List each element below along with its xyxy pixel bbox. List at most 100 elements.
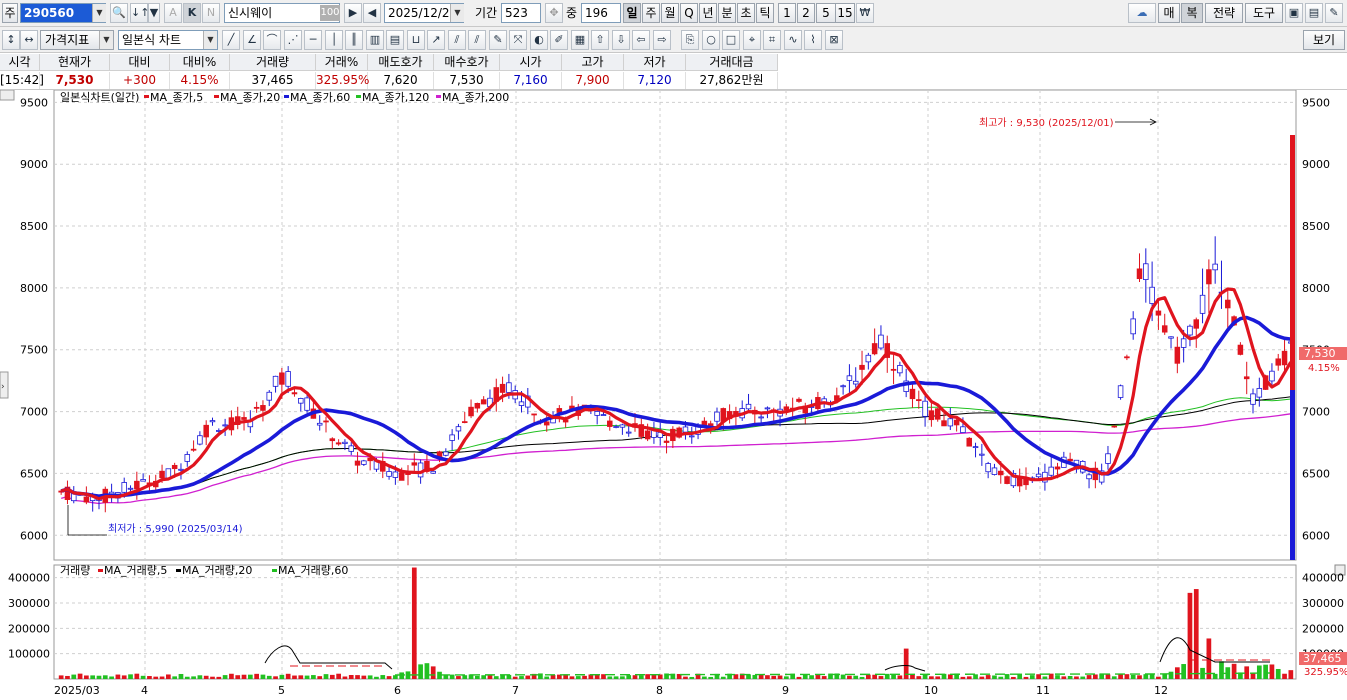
volume-bar xyxy=(317,676,323,679)
search-icon[interactable]: 🔍 xyxy=(110,3,128,23)
trend-icon[interactable]: ↗ xyxy=(427,30,445,50)
down-icon[interactable]: ⇩ xyxy=(612,30,630,50)
palette-icon[interactable]: ◐ xyxy=(530,30,548,50)
delete-icon[interactable]: ⊠ xyxy=(825,30,843,50)
line-icon[interactable]: ╱ xyxy=(222,30,240,50)
wave2-icon[interactable]: ⌇ xyxy=(804,30,822,50)
price-tick-right: 6500 xyxy=(1302,467,1330,480)
k-icon[interactable]: K xyxy=(183,3,201,23)
candle-body xyxy=(518,401,525,406)
grid-icon[interactable]: ▥ xyxy=(366,30,384,50)
left-right-icon[interactable]: ↔ xyxy=(20,30,38,50)
chevron-down-icon[interactable]: ▼ xyxy=(148,3,160,23)
parallel-icon[interactable]: ⫽ xyxy=(448,30,466,50)
left-icon[interactable]: ⇦ xyxy=(632,30,650,50)
pen-icon[interactable]: ✎ xyxy=(489,30,507,50)
fill-icon[interactable]: ▦ xyxy=(571,30,589,50)
parallel2-icon[interactable]: ⫽ xyxy=(468,30,486,50)
sort-icon[interactable]: ↓↑ xyxy=(130,3,149,23)
crosshair-icon[interactable]: ✥ xyxy=(545,3,563,23)
legend-swatch xyxy=(436,95,441,98)
bok-button[interactable]: 복 xyxy=(1181,3,1203,23)
n-icon[interactable]: N xyxy=(202,3,220,23)
volume-bar xyxy=(178,673,184,679)
volume-bar xyxy=(1244,666,1250,679)
candle-body xyxy=(619,424,626,428)
circle-icon[interactable]: ○ xyxy=(702,30,720,50)
channel-icon[interactable]: ║ xyxy=(345,30,363,50)
timeframe-10-button[interactable]: 5 xyxy=(816,3,836,23)
zoom-icon[interactable]: ⌖ xyxy=(743,30,761,50)
candle-body xyxy=(178,468,184,471)
won-icon[interactable]: ₩ xyxy=(856,3,874,23)
volume-bar xyxy=(1263,664,1268,679)
timeframe-3-button[interactable]: Q xyxy=(680,3,698,23)
angle-icon[interactable]: ∠ xyxy=(243,30,261,50)
copy-icon[interactable]: ⎘ xyxy=(681,30,699,50)
eraser-icon[interactable]: ✐ xyxy=(550,30,568,50)
calendar-dropdown-icon[interactable]: ▼ xyxy=(450,4,464,22)
square-icon[interactable]: □ xyxy=(722,30,740,50)
up-icon[interactable]: ⇧ xyxy=(591,30,609,50)
volume-bar xyxy=(184,676,190,679)
hline-icon[interactable]: ─ xyxy=(304,30,322,50)
cross-icon[interactable]: ⤧ xyxy=(509,30,527,50)
timeframe-6-button[interactable]: 초 xyxy=(737,3,755,23)
volume-bar xyxy=(1143,674,1149,679)
volume-bar xyxy=(1275,668,1281,679)
timeframe-11-button[interactable]: 15 xyxy=(835,3,855,23)
candle-body xyxy=(342,441,348,444)
volume-bar xyxy=(935,676,941,679)
play-forward-icon[interactable]: ▶ xyxy=(344,3,362,23)
timeframe-0-button[interactable]: 일 xyxy=(623,3,641,23)
candle-body xyxy=(1054,466,1061,470)
volume-bar xyxy=(569,676,575,679)
arc-icon[interactable]: ⌒ xyxy=(263,30,281,50)
strategy-button[interactable]: 전략 xyxy=(1205,3,1243,23)
volume-bar xyxy=(1036,674,1041,679)
snap-icon[interactable]: ⌗ xyxy=(763,30,781,50)
period-input[interactable]: 523 xyxy=(501,3,541,23)
chevron-down-icon[interactable]: ▼ xyxy=(99,31,113,49)
candle-body xyxy=(1281,350,1288,366)
candle-body xyxy=(852,380,859,385)
fan-icon[interactable]: ⋰ xyxy=(284,30,302,50)
volume-bar xyxy=(1200,667,1205,679)
timeframe-7-button[interactable]: 틱 xyxy=(756,3,774,23)
price-chart[interactable]: 9500 9000 8500 8000 7500 7000 6500 6000 9500 900… xyxy=(0,90,1347,700)
volume-bar xyxy=(916,676,922,679)
vline-icon[interactable]: │ xyxy=(325,30,343,50)
chevron-down-icon[interactable]: ▼ xyxy=(92,4,106,22)
play-back-icon[interactable]: ◀ xyxy=(363,3,381,23)
volume-bar xyxy=(1156,676,1161,679)
chevron-right-icon[interactable]: › xyxy=(1,382,5,392)
tools-button[interactable]: 도구 xyxy=(1245,3,1283,23)
cup-icon[interactable]: ⊔ xyxy=(407,30,425,50)
count-input[interactable]: 196 xyxy=(581,3,621,23)
folder-icon[interactable]: ▣ xyxy=(1285,3,1303,23)
timeframe-2-button[interactable]: 월 xyxy=(661,3,679,23)
chevron-down-icon[interactable]: ▼ xyxy=(203,31,217,49)
mae-button[interactable]: 매 xyxy=(1158,3,1180,23)
timeframe-9-button[interactable]: 2 xyxy=(797,3,815,23)
timeframe-5-button[interactable]: 분 xyxy=(718,3,736,23)
left-right-scroll-icon[interactable] xyxy=(0,90,15,101)
table-icon[interactable]: ▤ xyxy=(386,30,404,50)
quote-value-3: 4.15% xyxy=(170,72,230,89)
timeframe-1-button[interactable]: 주 xyxy=(642,3,660,23)
wave-icon[interactable]: ∿ xyxy=(784,30,802,50)
timeframe-4-button[interactable]: 년 xyxy=(699,3,717,23)
candle-body xyxy=(361,460,367,465)
view-button[interactable]: 보기 xyxy=(1303,30,1345,50)
up-down-icon[interactable]: ↕ xyxy=(2,30,20,50)
save-icon[interactable]: ▤ xyxy=(1305,3,1323,23)
timeframe-8-button[interactable]: 1 xyxy=(778,3,796,23)
right-icon[interactable]: ⇨ xyxy=(653,30,671,50)
market-toggle-button[interactable]: 주 xyxy=(2,3,18,23)
a-icon[interactable]: A xyxy=(164,3,182,23)
quote-strip: 시각 [15:42] 현재가 7,530 대비 +300 대비% 4.15% 거래량 37,465… xyxy=(0,54,1347,90)
cloud-icon[interactable]: ☁ xyxy=(1128,3,1156,23)
volume-bar xyxy=(58,675,64,679)
wrench-icon[interactable]: ✎ xyxy=(1325,3,1343,23)
volume-bar xyxy=(374,676,379,679)
